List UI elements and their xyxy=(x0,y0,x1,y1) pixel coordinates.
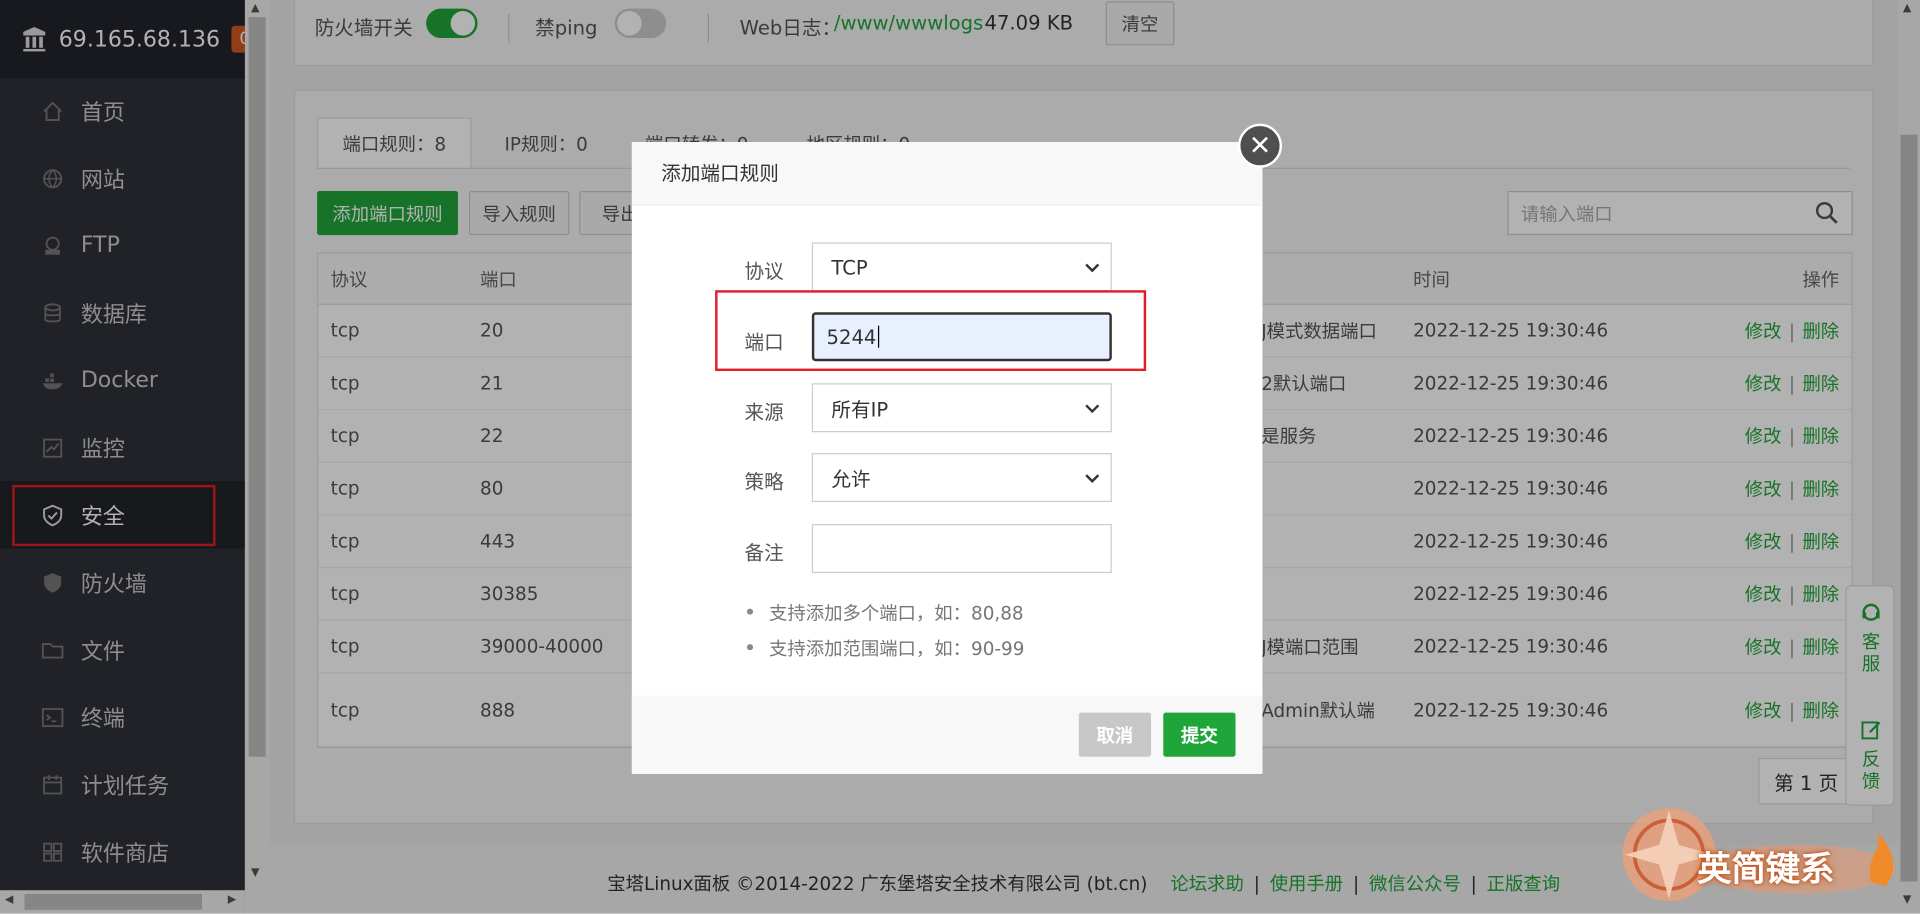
protocol-select[interactable]: TCP xyxy=(811,242,1112,292)
chevron-down-icon xyxy=(1084,257,1101,280)
cancel-button[interactable]: 取消 xyxy=(1078,712,1152,757)
dialog-footer: 取消 提交 xyxy=(631,695,1263,774)
policy-select[interactable]: 允许 xyxy=(811,453,1112,503)
bullet xyxy=(746,608,754,615)
bullet xyxy=(746,644,754,651)
tip-item: 支持添加多个端口，如：80,88 xyxy=(746,600,1024,626)
submit-button[interactable]: 提交 xyxy=(1163,712,1236,757)
chevron-down-icon xyxy=(1084,398,1101,421)
tip-item: 支持添加范围端口，如：90-99 xyxy=(746,636,1025,662)
policy-value: 允许 xyxy=(831,467,871,492)
source-value: 所有IP xyxy=(831,397,889,422)
remark-label: 备注 xyxy=(744,541,784,565)
source-label: 来源 xyxy=(744,400,784,424)
port-input[interactable]: 5244 xyxy=(811,312,1112,362)
tip-text: 支持添加多个端口，如：80,88 xyxy=(768,602,1024,625)
port-value: 5244 xyxy=(826,325,877,349)
dialog-title: 添加端口规则 xyxy=(631,142,1263,206)
close-dialog-button[interactable]: ✕ xyxy=(1237,123,1283,168)
port-label: 端口 xyxy=(744,330,784,354)
close-icon: ✕ xyxy=(1248,130,1272,162)
remark-input[interactable] xyxy=(811,524,1112,574)
text-cursor xyxy=(877,325,879,348)
policy-label: 策略 xyxy=(744,470,784,494)
protocol-label: 协议 xyxy=(744,259,784,283)
source-select[interactable]: 所有IP xyxy=(811,383,1112,433)
add-port-rule-dialog: 添加端口规则 协议 TCP 端口 5244 来源 所有IP 策略 允许 备注 支… xyxy=(631,142,1263,774)
watermark-logo: 英简键系 xyxy=(1614,796,1908,914)
watermark-text: 英简键系 xyxy=(1697,848,1835,889)
protocol-value: TCP xyxy=(831,255,868,279)
tip-text: 支持添加范围端口，如：90-99 xyxy=(768,637,1025,661)
chevron-down-icon xyxy=(1084,468,1101,491)
